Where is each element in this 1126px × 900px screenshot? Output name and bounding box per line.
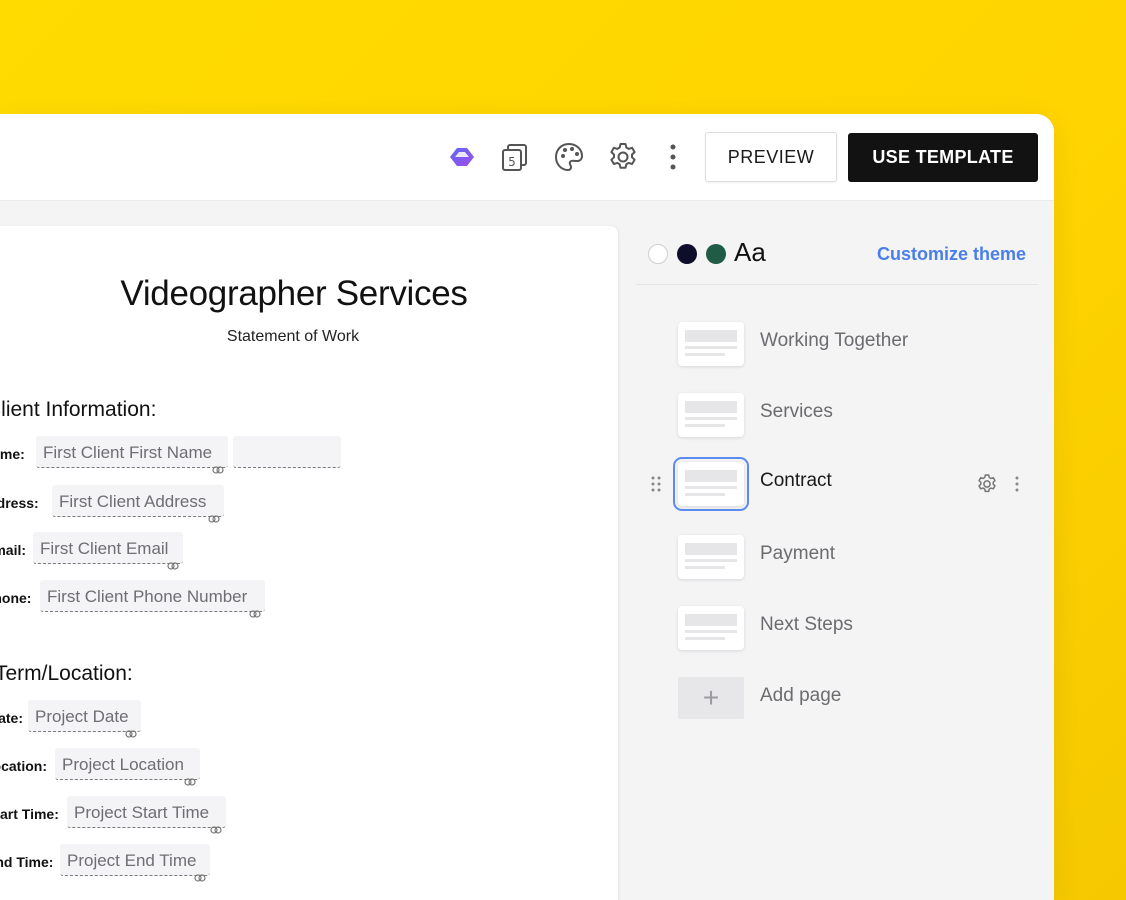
top-toolbar: 5 PREVIEW USE TEMPLATE [0,114,1054,201]
project-date-value: Project Date [35,707,129,726]
page-label: Payment [760,543,835,564]
theme-font-sample[interactable]: Aa [734,237,766,268]
brand-logo-icon[interactable] [445,140,479,174]
project-start-time-field[interactable]: Project Start Time [67,796,226,834]
drag-handle-icon[interactable] [651,476,661,492]
client-address-field[interactable]: First Client Address [52,485,224,523]
preview-button[interactable]: PREVIEW [705,132,837,182]
add-page-button[interactable]: + Add page [636,675,1038,735]
project-end-time-field[interactable]: Project End Time [60,844,210,882]
page-thumbnail-selected [673,457,749,511]
page-thumbnail [678,606,744,650]
client-name-value: First Client First Name [43,443,213,462]
client-name-field[interactable]: First Client First Name [36,436,228,474]
page-thumbnail [678,535,744,579]
gear-icon[interactable] [606,140,640,174]
pages-count-text: 5 [508,155,516,169]
page-label: Working Together [760,330,909,351]
more-vertical-icon[interactable] [656,140,690,174]
page-item-payment[interactable]: Payment [636,533,1038,593]
field-label-location: Location: [0,758,47,774]
theme-color-swatch-white[interactable] [648,244,668,264]
client-last-name-field[interactable] [233,436,341,468]
field-label-name: Name: [0,446,25,462]
add-page-label: Add page [760,685,842,706]
page-item-services[interactable]: Services [636,391,1038,451]
link-icon [210,826,222,834]
field-label-end-time: End Time: [0,854,54,870]
editor-window: 5 PREVIEW USE TEMPLATE Videographer Serv… [0,114,1054,900]
field-label-phone: Phone: [0,590,32,606]
page-more-icon[interactable] [1015,476,1019,492]
link-icon [194,874,206,882]
client-address-value: First Client Address [59,492,207,511]
project-end-time-value: Project End Time [67,851,197,870]
client-phone-field[interactable]: First Client Phone Number [40,580,265,618]
palette-icon[interactable] [552,140,586,174]
page-item-next-steps[interactable]: Next Steps [636,604,1038,664]
link-icon [167,562,179,570]
link-icon [249,610,261,618]
document-subtitle: Statement of Work [226,328,360,345]
client-phone-value: First Client Phone Number [47,587,248,606]
page-thumbnail [678,393,744,437]
page-settings-gear-icon[interactable] [976,473,998,495]
page-label: Next Steps [760,614,853,635]
page-item-working-together[interactable]: Working Together [636,320,1038,380]
document-title: Videographer Services [120,274,468,313]
customize-theme-link[interactable]: Customize theme [877,244,1026,265]
page-label: Contract [760,470,832,491]
link-icon [208,515,220,523]
client-section-heading: Client Information: [0,398,157,421]
project-date-field[interactable]: Project Date [28,700,141,738]
page-thumbnail [678,322,744,366]
term-section-heading: Term/Location: [0,662,133,685]
field-label-start-time: Start Time: [0,806,59,822]
project-location-value: Project Location [62,755,184,774]
project-start-time-value: Project Start Time [74,803,210,822]
link-icon [212,466,224,474]
field-label-email: Email: [0,542,27,558]
use-template-button[interactable]: USE TEMPLATE [848,133,1038,182]
page-item-contract[interactable]: Contract [636,457,1038,520]
client-email-field[interactable]: First Client Email [33,532,183,570]
theme-color-swatch-green[interactable] [706,244,726,264]
theme-color-swatch-navy[interactable] [677,244,697,264]
link-icon [184,778,196,786]
client-email-value: First Client Email [40,539,169,558]
field-label-date: Date: [0,710,24,726]
link-icon [125,730,137,738]
project-location-field[interactable]: Project Location [55,748,200,786]
plus-icon: + [678,677,744,719]
page-label: Services [760,401,833,422]
pages-count-icon[interactable]: 5 [498,140,532,174]
panel-divider [636,284,1038,285]
field-label-address: Address: [0,495,39,511]
